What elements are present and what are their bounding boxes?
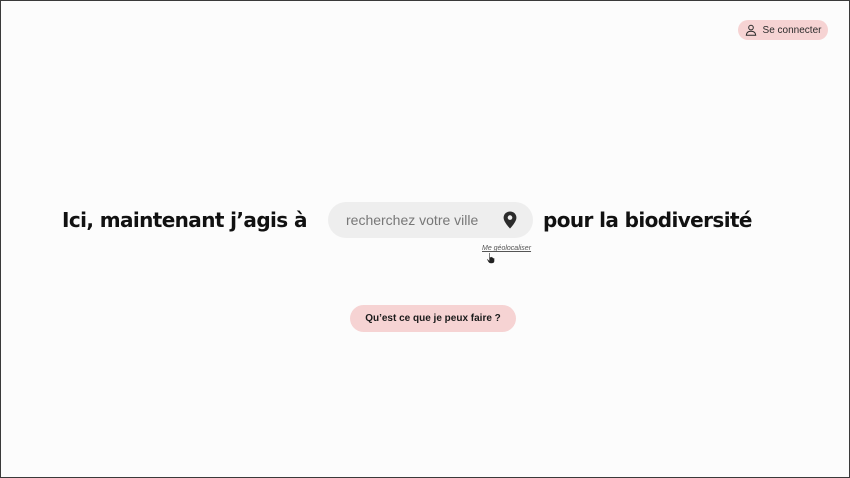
city-search-input[interactable] — [346, 212, 496, 228]
map-pin-icon[interactable] — [502, 211, 518, 229]
hero-prefix-row: Ici, maintenant j’agis à — [62, 201, 307, 239]
hero-prefix: Ici, maintenant j’agis à — [62, 208, 307, 232]
user-icon — [745, 24, 757, 36]
hero-suffix-row: pour la biodiversité — [543, 201, 752, 239]
login-button-label: Se connecter — [762, 24, 822, 36]
city-search-box[interactable] — [328, 202, 533, 238]
hand-cursor-icon — [486, 251, 496, 264]
page-frame: Se connecter Ici, maintenant j’agis à po… — [0, 0, 850, 478]
login-button[interactable]: Se connecter — [738, 20, 828, 40]
what-can-i-do-button[interactable]: Qu’est ce que je peux faire ? — [350, 305, 516, 332]
hero-suffix: pour la biodiversité — [543, 208, 752, 232]
